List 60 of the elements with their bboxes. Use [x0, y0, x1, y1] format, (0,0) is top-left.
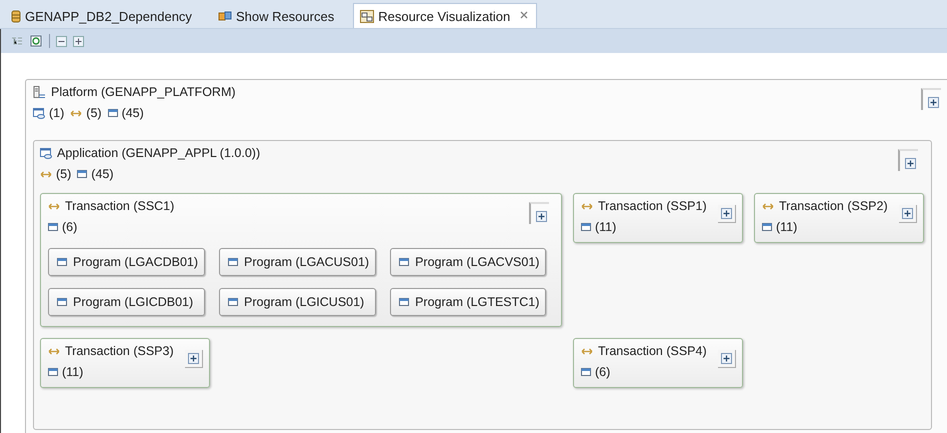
count-label: (5): [86, 106, 102, 120]
expand-icon[interactable]: [718, 350, 736, 368]
program-node[interactable]: Program (LGACVS01): [390, 248, 546, 276]
expand-icon[interactable]: [718, 205, 736, 223]
window-icon: [48, 223, 58, 231]
window-icon: [399, 298, 410, 306]
window-icon: [228, 258, 238, 266]
double-arrow-icon: [48, 202, 60, 210]
count-label: (11): [62, 365, 84, 379]
count-label: (1): [49, 106, 64, 120]
count-label: (11): [595, 220, 616, 234]
count-label: (6): [62, 220, 78, 234]
tab[interactable]: Show Resources: [210, 3, 344, 28]
double-arrow-icon: [581, 202, 593, 210]
count-label: (45): [122, 106, 144, 120]
window-icon: [48, 368, 58, 376]
double-arrow-icon: [762, 202, 774, 210]
tab[interactable]: GENAPP_DB2_Dependency: [4, 3, 201, 28]
program-node[interactable]: Program (LGICUS01): [219, 288, 376, 316]
window-icon: [762, 223, 772, 231]
application-title: Application (GENAPP_APPL (1.0.0)): [57, 146, 260, 160]
transaction-title: Transaction (SSP2): [779, 199, 888, 213]
expand-icon[interactable]: [73, 36, 84, 46]
window-icon: [399, 258, 410, 266]
expand-icon[interactable]: [185, 350, 203, 368]
expand-icon[interactable]: [899, 205, 917, 223]
collapse-icon[interactable]: [56, 36, 67, 46]
refresh-icon[interactable]: [29, 34, 43, 48]
transaction-title: Transaction (SSP4): [598, 344, 707, 358]
application-icon: [40, 148, 52, 158]
program-node[interactable]: Program (LGTESTC1): [390, 288, 546, 316]
diagram-icon: [360, 10, 374, 22]
count-label: (6): [595, 365, 610, 379]
window-icon: [108, 109, 118, 117]
tree-icon[interactable]: [11, 36, 23, 46]
transaction-title: Transaction (SSP3): [65, 344, 174, 358]
transaction-title: Transaction (SSC1): [65, 199, 174, 213]
count-label: (5): [56, 167, 72, 181]
platform-title: Platform (GENAPP_PLATFORM): [51, 85, 236, 99]
program-node[interactable]: Program (LGACDB01): [48, 248, 206, 276]
window-icon: [581, 368, 591, 376]
double-arrow-icon: [48, 348, 60, 354]
window-icon: [57, 258, 67, 266]
application-icon: [33, 108, 45, 118]
window-icon: [228, 298, 238, 306]
count-label: (11): [776, 220, 798, 234]
program-node[interactable]: Program (LGACUS01): [219, 248, 376, 276]
database-icon: [11, 10, 21, 22]
program-node[interactable]: Program (LGICDB01): [48, 288, 206, 316]
resources-icon: [218, 10, 232, 22]
server-icon: [33, 86, 46, 98]
transaction-title: Transaction (SSP1): [598, 199, 707, 213]
double-arrow-icon: [70, 110, 82, 116]
window-icon: [57, 298, 67, 306]
double-arrow-icon: [581, 348, 593, 354]
window-icon: [581, 223, 591, 231]
double-arrow-icon: [40, 170, 52, 178]
tab[interactable]: Resource Visualization: [353, 3, 538, 28]
count-label: (45): [91, 167, 114, 181]
window-icon: [77, 170, 88, 178]
